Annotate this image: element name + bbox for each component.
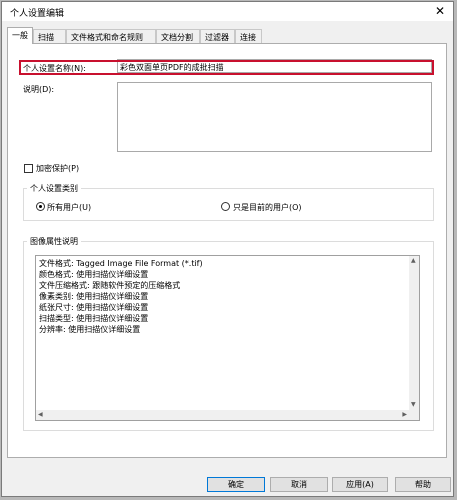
scroll-left-icon[interactable]: ◀: [38, 411, 43, 419]
scroll-right-icon[interactable]: ▶: [402, 411, 407, 419]
list-item: 文件格式: Tagged Image File Format (*.tif): [39, 259, 203, 268]
title-bar: 个人设置编辑 ✕: [2, 2, 453, 21]
description-label: 说明(D):: [23, 85, 55, 94]
scroll-up-icon[interactable]: ▲: [411, 257, 416, 265]
cancel-button[interactable]: 取消: [270, 477, 328, 492]
apply-button[interactable]: 应用(A): [332, 477, 388, 492]
list-item: 分辨率: 使用扫描仪详细设置: [39, 325, 141, 334]
tab-filter[interactable]: 过滤器: [200, 29, 235, 43]
image-properties-legend: 图像属性说明: [27, 236, 81, 247]
list-item: 颜色格式: 使用扫描仪详细设置: [39, 270, 149, 279]
vertical-scrollbar[interactable]: ▲ ▼: [409, 256, 419, 410]
list-item: 纸张尺寸: 使用扫描仪详细设置: [39, 303, 149, 312]
horizontal-scrollbar[interactable]: ◀ ▶: [36, 410, 409, 420]
description-field[interactable]: [117, 82, 432, 152]
list-item: 扫描类型: 使用扫描仪详细设置: [39, 314, 149, 323]
radio-all-users-label: 所有用户(U): [47, 203, 92, 212]
tab-document-split[interactable]: 文档分割: [156, 29, 200, 43]
encrypt-label: 加密保护(P): [36, 164, 80, 173]
radio-all-users[interactable]: [36, 202, 45, 211]
tab-connection[interactable]: 连接: [235, 29, 262, 43]
close-icon[interactable]: ✕: [435, 4, 445, 18]
ok-button[interactable]: 确定: [207, 477, 265, 492]
scroll-down-icon[interactable]: ▼: [411, 401, 416, 409]
scrollbar-corner: [409, 410, 419, 420]
encrypt-checkbox[interactable]: [24, 164, 33, 173]
tab-file-format-naming[interactable]: 文件格式和命名规则: [66, 29, 156, 43]
help-button[interactable]: 帮助: [395, 477, 451, 492]
profile-edit-dialog: 个人设置编辑 ✕ 一般 扫描 文件格式和命名规则 文档分割 过滤器 连接 个人设…: [1, 1, 454, 497]
radio-current-user-label: 只是目前的用户(O): [233, 203, 302, 212]
list-item: 像素类别: 使用扫描仪详细设置: [39, 292, 149, 301]
tab-scan[interactable]: 扫描: [33, 29, 66, 43]
window-title: 个人设置编辑: [10, 9, 65, 19]
radio-selected-dot: [39, 205, 42, 208]
profile-category-legend: 个人设置类别: [27, 183, 81, 194]
tab-general[interactable]: 一般: [7, 27, 33, 44]
radio-current-user[interactable]: [221, 202, 230, 211]
highlight-frame: [19, 60, 434, 75]
image-properties-list[interactable]: 文件格式: Tagged Image File Format (*.tif) 颜…: [35, 255, 420, 421]
list-item: 文件压缩格式: 跟随软件预定的压缩格式: [39, 281, 181, 290]
